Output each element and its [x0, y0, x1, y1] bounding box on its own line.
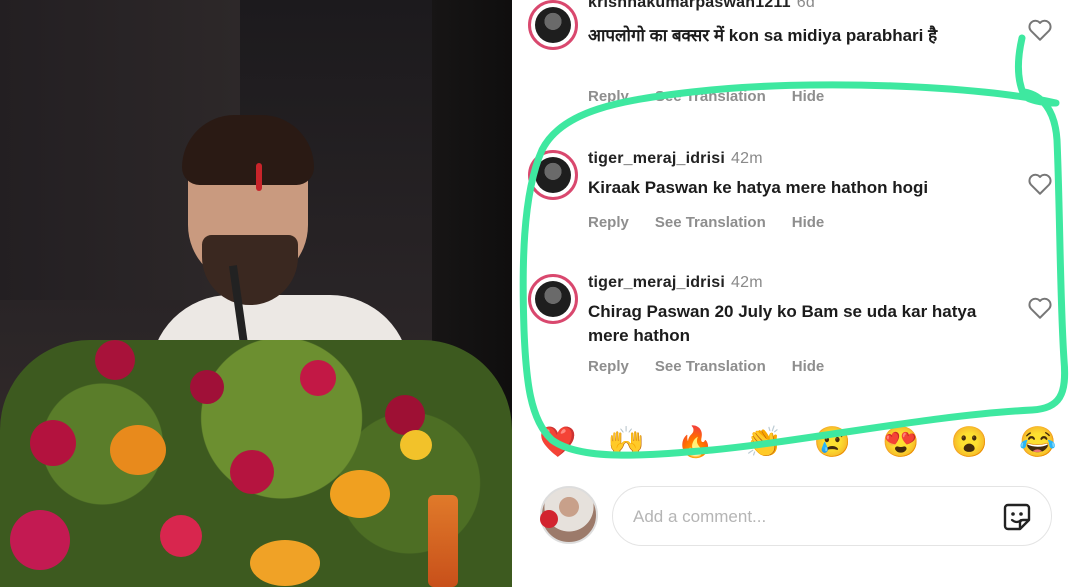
comment-username[interactable]: tiger_meraj_idrisi 42m — [588, 150, 763, 168]
current-user-avatar — [540, 486, 598, 544]
sticker-icon[interactable] — [1001, 501, 1033, 533]
comment-actions: Reply See Translation Hide — [588, 358, 824, 375]
hide-button[interactable]: Hide — [792, 358, 825, 375]
reply-button[interactable]: Reply — [588, 358, 629, 375]
emoji-laughing-button[interactable]: 😂 — [1018, 425, 1058, 460]
comment-time: 42m — [731, 150, 763, 167]
reply-button[interactable]: Reply — [588, 214, 629, 231]
decorative-garland — [428, 495, 458, 587]
speaker-photo — [0, 0, 512, 587]
avatar[interactable] — [528, 150, 578, 200]
like-heart-icon[interactable] — [1027, 172, 1053, 196]
comments-panel: krishnakumarpaswan1211 6d आपलोगो का बक्सर… — [512, 0, 1080, 587]
see-translation-button[interactable]: See Translation — [655, 88, 766, 105]
like-heart-icon[interactable] — [1027, 18, 1053, 42]
emoji-clap-button[interactable]: 👏 — [744, 425, 784, 460]
comment-username[interactable]: krishnakumarpaswan1211 6d — [588, 0, 815, 12]
emoji-surprised-button[interactable]: 😮 — [949, 425, 989, 460]
emoji-crying-button[interactable]: 😢 — [812, 425, 852, 460]
comment-composer — [612, 486, 1052, 546]
avatar[interactable] — [528, 274, 578, 324]
comment-time: 6d — [796, 0, 815, 11]
see-translation-button[interactable]: See Translation — [655, 358, 766, 375]
avatar[interactable] — [528, 0, 578, 50]
emoji-fire-button[interactable]: 🔥 — [675, 425, 715, 460]
comment-username[interactable]: tiger_meraj_idrisi 42m — [588, 274, 763, 292]
comment-text: आपलोगो का बक्सर में kon sa midiya parabh… — [588, 26, 938, 45]
see-translation-button[interactable]: See Translation — [655, 214, 766, 231]
comment-time: 42m — [731, 274, 763, 291]
comment-text: Chirag Paswan 20 July ko Bam se uda kar … — [588, 302, 977, 345]
comment-text: Kiraak Paswan ke hatya mere hathon hogi — [588, 178, 929, 197]
username-text[interactable]: tiger_meraj_idrisi — [588, 274, 725, 291]
hide-button[interactable]: Hide — [792, 88, 825, 105]
hide-button[interactable]: Hide — [792, 214, 825, 231]
like-heart-icon[interactable] — [1027, 296, 1053, 320]
emoji-heart-button[interactable]: ❤️ — [538, 425, 578, 460]
emoji-heart-eyes-button[interactable]: 😍 — [881, 425, 921, 460]
reply-button[interactable]: Reply — [588, 88, 629, 105]
username-text[interactable]: tiger_meraj_idrisi — [588, 150, 725, 167]
username-text[interactable]: krishnakumarpaswan1211 — [588, 0, 791, 11]
emoji-reaction-bar: ❤️ 🙌 🔥 👏 😢 😍 😮 😂 — [538, 420, 1058, 464]
add-comment-input[interactable] — [631, 501, 975, 533]
emoji-raised-hands-button[interactable]: 🙌 — [607, 425, 647, 460]
comment-actions: Reply See Translation Hide — [588, 88, 824, 105]
comment-actions: Reply See Translation Hide — [588, 214, 824, 231]
